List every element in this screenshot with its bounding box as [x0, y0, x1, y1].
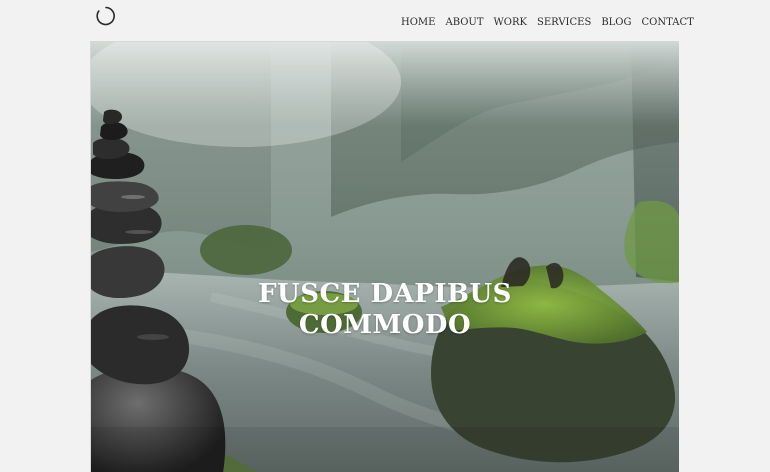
- hero-section: FUSCE DAPIBUS COMMODO: [90, 41, 679, 472]
- nav-blog-link[interactable]: BLOG: [601, 17, 631, 28]
- nav-about-link[interactable]: ABOUT: [445, 17, 483, 28]
- nav-home-link[interactable]: HOME: [401, 17, 435, 28]
- main-nav-list: HOME ABOUT WORK SERVICES BLOG CONTACT: [401, 10, 694, 30]
- nav-work-link[interactable]: WORK: [494, 17, 527, 28]
- nav-contact-link[interactable]: CONTACT: [642, 17, 694, 28]
- hero-title: FUSCE DAPIBUS COMMODO: [91, 279, 679, 341]
- nav-item: ABOUT: [445, 10, 483, 30]
- ring-logo-icon[interactable]: [95, 5, 117, 27]
- site-header: HOME ABOUT WORK SERVICES BLOG CONTACT: [0, 0, 770, 40]
- nav-item: SERVICES: [537, 10, 591, 30]
- nav-item: BLOG: [601, 10, 631, 30]
- hero-title-line-2: COMMODO: [298, 310, 472, 341]
- nav-item: CONTACT: [642, 10, 694, 30]
- main-navigation: HOME ABOUT WORK SERVICES BLOG CONTACT: [401, 10, 694, 28]
- misty-forest-stream-photo: [91, 42, 679, 472]
- nav-item: WORK: [494, 10, 527, 30]
- nav-item: HOME: [401, 10, 435, 30]
- ring-logo-icon-svg: [96, 6, 115, 26]
- hero-title-line-1: FUSCE DAPIBUS: [258, 279, 512, 310]
- nav-services-link[interactable]: SERVICES: [537, 17, 591, 28]
